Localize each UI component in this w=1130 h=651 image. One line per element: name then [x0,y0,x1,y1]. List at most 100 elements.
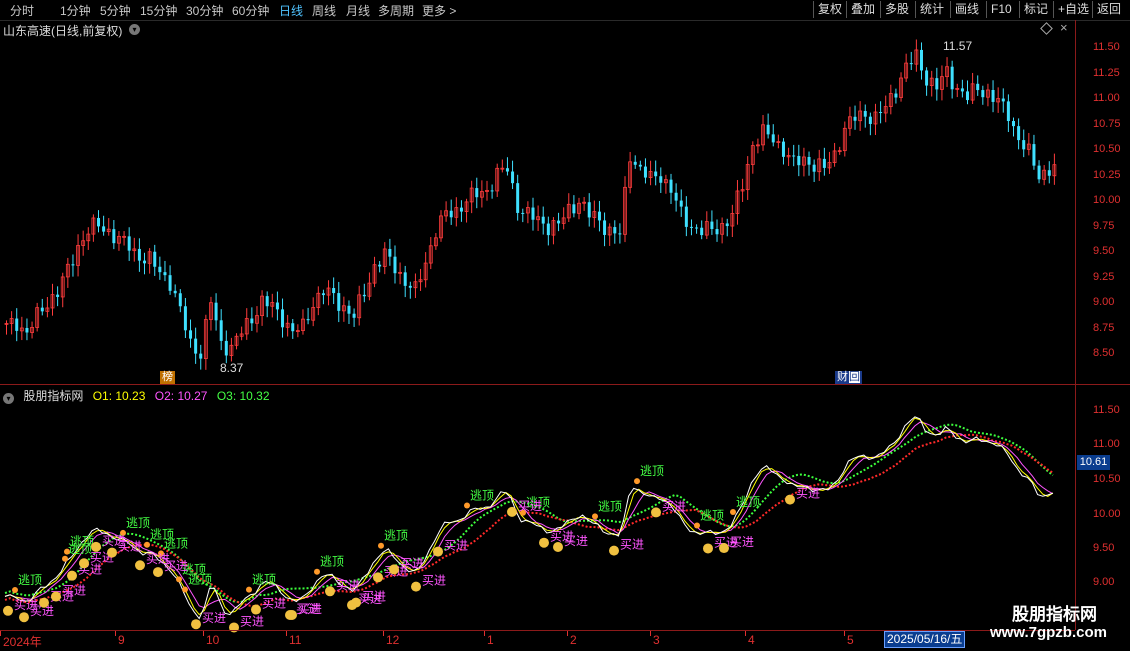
month-label: 12 [382,631,400,647]
watermark-url: www.7gpzb.com [990,624,1107,641]
escape-top-icon [730,509,736,516]
money-bag-icon [325,586,335,597]
money-bag-icon [153,567,163,578]
month-label: 5 [844,631,854,647]
money-bag-icon [373,572,383,583]
buy-signal-label: 买进 [422,574,446,588]
buy-signal-label: 买进 [118,540,142,554]
current-value-tag: 10.61 [1077,455,1110,470]
month-label: 4 [745,631,755,647]
month-label: 1 [484,631,494,647]
buy-signal-label: 买进 [662,499,686,513]
escape-top-icon [182,586,188,593]
money-bag-icon [703,543,713,554]
escape-top-label: 逃顶 [252,573,276,587]
y-tick-label: 11.50 [1093,41,1120,53]
y-tick-label: 10.50 [1093,143,1121,155]
escape-top-icon [378,542,384,549]
month-label: 9 [115,631,125,647]
escape-top-icon [12,587,18,594]
buy-signal-label: 买进 [202,611,226,625]
money-bag-icon [287,610,297,621]
money-bag-icon [191,619,201,630]
y-tick-label: 10.00 [1093,194,1121,206]
money-bag-icon [507,506,517,517]
buy-signal-label: 买进 [796,487,820,501]
escape-top-label: 逃顶 [126,516,150,530]
money-bag-icon [351,597,361,608]
y-tick-label: 9.75 [1093,220,1115,232]
y-tick-label: 9.00 [1093,296,1115,308]
escape-top-icon [62,555,68,562]
escape-top-icon [64,548,70,555]
buy-signal-label: 买进 [564,534,588,548]
y-tick-label: 10.75 [1093,118,1121,130]
ind-y-tick-label: 9.00 [1093,576,1115,588]
cursor-date-label: 2025/05/16/五 [884,631,966,648]
money-bag-icon [107,547,117,558]
month-label: 11 [285,631,302,647]
escape-top-label: 逃顶 [320,555,344,569]
money-bag-icon [785,494,795,505]
ind-y-tick-label: 10.50 [1093,473,1121,485]
money-bag-icon [651,507,661,518]
month-label: 2 [567,631,577,647]
money-bag-icon [135,560,145,571]
money-bag-icon [39,597,49,608]
escape-top-icon [176,576,182,583]
escape-top-icon [314,568,320,575]
buy-signal-label: 买进 [400,556,424,570]
back-button[interactable]: 返回 [1092,1,1125,18]
y-tick-label: 11.00 [1093,92,1120,104]
buy-signal-label: 买进 [730,535,754,549]
escape-top-icon [634,478,640,485]
series-line-trend [4,433,1054,608]
buy-signal-label: 买进 [164,559,188,573]
money-bag-icon [51,591,61,602]
escape-top-label: 逃顶 [640,464,664,478]
escape-top-label: 逃顶 [164,536,188,550]
money-bag-icon [389,564,399,575]
escape-top-label: 逃顶 [700,509,724,523]
month-label: 3 [650,631,660,647]
buy-signal-label: 买进 [620,538,644,552]
money-bag-icon [67,570,77,581]
escape-top-icon [246,586,252,593]
ind-y-tick-label: 9.50 [1093,542,1115,554]
axis-divider [1075,20,1076,630]
money-bag-icon [719,543,729,554]
buy-signal-label: 买进 [362,590,386,604]
escape-top-label: 逃顶 [470,489,494,503]
money-bag-icon [251,604,261,615]
y-tick-label: 8.50 [1093,347,1115,359]
y-tick-label: 9.25 [1093,271,1115,283]
month-label: 10 [202,631,220,647]
ind-y-tick-label: 11.50 [1093,404,1120,416]
money-bag-icon [433,546,443,557]
money-bag-icon [91,541,101,552]
escape-top-icon [464,502,470,509]
escape-top-label: 逃顶 [18,573,42,587]
indicator-chart[interactable]: 逃顶逃顶逃顶逃顶逃顶逃顶逃顶逃顶 逃顶逃顶逃顶逃顶逃顶 逃顶逃顶逃顶逃顶买进买进买进… [0,0,1075,650]
escape-top-label: 逃顶 [188,573,212,587]
y-tick-label: 8.75 [1093,322,1115,334]
money-bag-icon [19,612,29,623]
year-label: 2024年 [0,631,42,649]
money-bag-icon [609,545,619,556]
escape-top-icon [144,541,150,548]
buy-signal-label: 买进 [240,614,264,628]
buy-signal-label: 买进 [262,597,286,611]
ind-y-tick-label: 10.00 [1093,508,1121,520]
escape-top-label: 逃顶 [736,495,760,509]
buy-signal-label: 买进 [444,539,468,553]
escape-top-icon [694,522,700,529]
money-bag-icon [3,605,13,616]
money-bag-icon [411,581,421,592]
escape-top-label: 逃顶 [70,535,94,549]
ind-y-tick-label: 11.00 [1093,438,1120,450]
y-tick-label: 10.25 [1093,169,1121,181]
y-tick-label: 9.50 [1093,245,1115,257]
money-bag-icon [539,537,549,548]
money-bag-icon [79,558,89,569]
money-bag-icon [553,541,563,552]
